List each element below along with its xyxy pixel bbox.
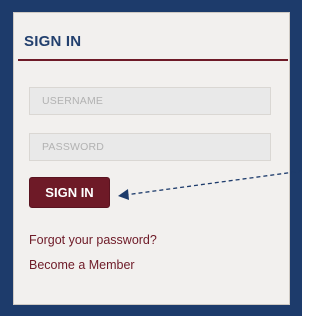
- username-input[interactable]: [29, 87, 271, 115]
- forgot-password-link[interactable]: Forgot your password?: [29, 233, 157, 247]
- become-member-link[interactable]: Become a Member: [29, 258, 135, 272]
- signin-button[interactable]: SIGN IN: [29, 177, 110, 208]
- heading-divider: [18, 59, 288, 61]
- password-input[interactable]: [29, 133, 271, 161]
- signin-heading: SIGN IN: [24, 33, 82, 50]
